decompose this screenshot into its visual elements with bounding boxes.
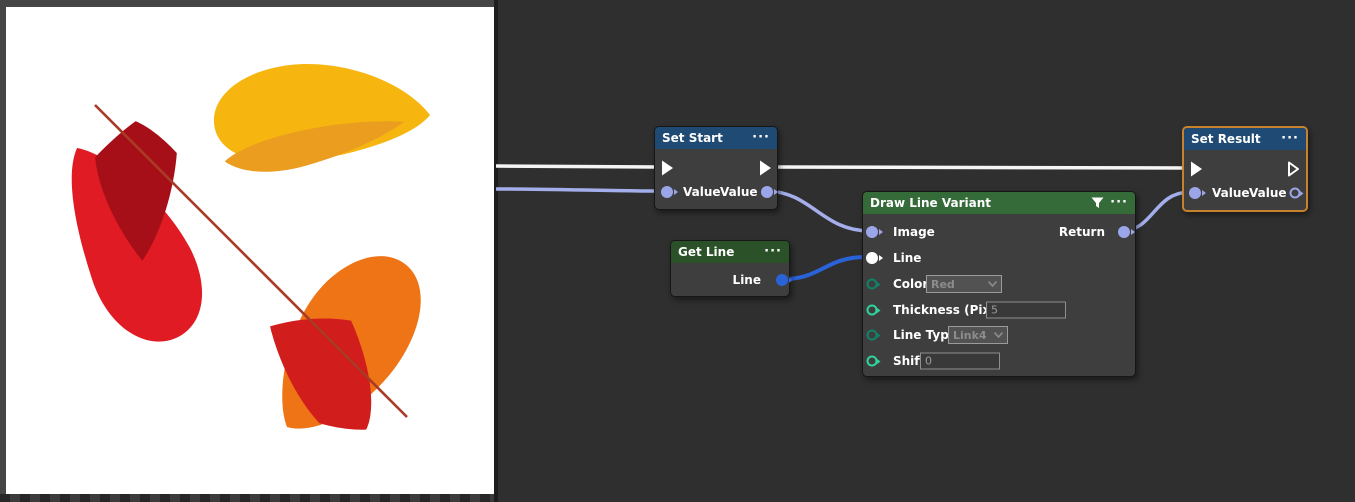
wire-value-start-to-image[interactable] (767, 191, 870, 231)
line-out-pin[interactable] (776, 274, 788, 286)
thickness-in-pin[interactable] (867, 305, 878, 316)
image-label: Image (893, 225, 935, 239)
exec-in-pin[interactable] (661, 160, 675, 177)
node-set-start-header[interactable]: Set Start ··· (655, 127, 777, 149)
exec-out-pin[interactable] (759, 160, 773, 177)
color-label: Color (893, 277, 928, 291)
value-in-label: Value (1212, 186, 1250, 200)
node-get-line[interactable]: Get Line ··· Line (670, 240, 790, 297)
node-get-line-header[interactable]: Get Line ··· (671, 241, 789, 263)
node-title: Get Line (678, 245, 734, 259)
node-set-start[interactable]: Set Start ··· Value Value (654, 126, 778, 210)
node-draw-line-variant-header[interactable]: Draw Line Variant ··· (863, 192, 1135, 214)
wire-exec-in[interactable] (496, 166, 656, 167)
node-menu-icon[interactable]: ··· (752, 133, 770, 143)
line-type-select[interactable]: Link4 (948, 326, 1008, 344)
node-title: Set Result (1191, 132, 1261, 146)
wire-value-in[interactable] (496, 189, 662, 191)
node-draw-line-variant[interactable]: Draw Line Variant ··· Image Return Line … (862, 191, 1136, 377)
chevron-down-icon (988, 281, 997, 287)
color-select[interactable]: Red (926, 275, 1002, 293)
node-set-result[interactable]: Set Result ··· Value Value (1182, 126, 1308, 212)
node-title: Draw Line Variant (870, 196, 991, 210)
app-window: Set Start ··· Value Value Get Line ··· L… (0, 0, 1355, 502)
color-in-pin[interactable] (867, 279, 878, 290)
node-title: Set Start (662, 131, 723, 145)
thickness-input[interactable] (986, 302, 1066, 319)
node-menu-icon[interactable]: ··· (1110, 198, 1128, 208)
image-in-pin[interactable] (866, 226, 878, 238)
funnel-icon[interactable] (1091, 197, 1104, 209)
node-menu-icon[interactable]: ··· (764, 247, 782, 257)
return-label: Return (1059, 225, 1105, 239)
line-type-select-value: Link4 (953, 329, 994, 342)
color-select-value: Red (931, 278, 988, 291)
value-in-pin[interactable] (661, 186, 673, 198)
line-out-label: Line (733, 273, 761, 287)
wire-line[interactable] (781, 257, 866, 279)
shift-input[interactable] (920, 353, 1000, 370)
value-out-label: Value (720, 185, 758, 199)
exec-out-pin[interactable] (1287, 161, 1301, 178)
line-in-pin[interactable] (866, 252, 878, 264)
line-label: Line (893, 251, 921, 265)
return-out-pin[interactable] (1118, 226, 1130, 238)
wire-exec-start-to-result[interactable] (772, 167, 1188, 168)
line-type-in-pin[interactable] (867, 330, 878, 341)
value-in-label: Value (683, 185, 721, 199)
chevron-down-icon (994, 332, 1003, 338)
value-out-pin[interactable] (1290, 188, 1301, 199)
value-out-pin[interactable] (761, 186, 773, 198)
exec-in-pin[interactable] (1190, 161, 1204, 178)
value-in-pin[interactable] (1189, 187, 1201, 199)
node-menu-icon[interactable]: ··· (1281, 134, 1299, 144)
shift-in-pin[interactable] (867, 356, 878, 367)
node-set-result-header[interactable]: Set Result ··· (1184, 128, 1306, 150)
value-out-label: Value (1249, 186, 1287, 200)
